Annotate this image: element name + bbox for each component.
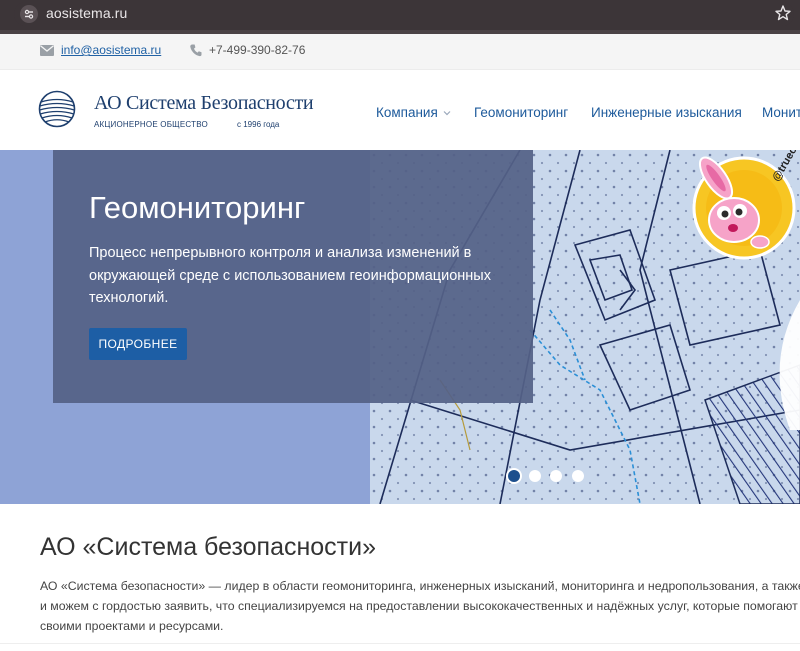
bookmark-star-icon[interactable] — [773, 3, 793, 23]
browser-toolbar: aosistema.ru — [0, 0, 800, 34]
section-divider — [0, 643, 800, 644]
slider-dot-3[interactable] — [550, 470, 562, 482]
email-link[interactable]: info@aosistema.ru — [61, 43, 161, 57]
contact-bar: info@aosistema.ru +7-499-390-82-76 — [0, 34, 800, 70]
nav-item-engineering-surveys[interactable]: Инженерные изыскания — [591, 105, 742, 120]
nav-item-geomonitoring[interactable]: Геомониторинг — [474, 105, 568, 120]
phone-number[interactable]: +7-499-390-82-76 — [209, 43, 305, 57]
hero-title: Геомониторинг — [89, 190, 306, 225]
logo-title[interactable]: АО Система Безопасности — [94, 92, 314, 115]
address-bar[interactable] — [14, 2, 794, 26]
mail-icon — [40, 45, 54, 56]
nav-item-company[interactable]: Компания — [376, 105, 438, 120]
about-title: АО «Система безопасности» — [40, 533, 376, 561]
watermark-sticker: @trueosint — [692, 150, 800, 260]
hero-description: Процесс непрерывного контроля и анализа … — [89, 245, 491, 306]
url-text[interactable]: aosistema.ru — [46, 5, 127, 21]
slider-dot-1[interactable] — [508, 470, 520, 482]
logo-subtitle: АКЦИОНЕРНОЕ ОБЩЕСТВО — [94, 120, 208, 129]
chevron-down-icon[interactable] — [443, 110, 451, 116]
site-header: АО Система Безопасности АКЦИОНЕРНОЕ ОБЩЕ… — [0, 70, 800, 150]
slider-dot-4[interactable] — [572, 470, 584, 482]
nav-item-monitoring[interactable]: Монит — [762, 105, 800, 120]
phone-icon — [190, 44, 202, 57]
more-button[interactable]: ПОДРОБНЕЕ — [89, 328, 187, 360]
hero-slider: Геомониторинг Процесс непрерывного контр… — [0, 150, 800, 504]
hero-caption-panel: Геомониторинг Процесс непрерывного контр… — [53, 150, 533, 403]
logo-globe-icon[interactable] — [38, 90, 76, 128]
logo-year: с 1996 года — [237, 120, 280, 129]
site-settings-icon[interactable] — [20, 5, 38, 23]
about-text: АО «Система безопасности» — лидер в обла… — [40, 579, 800, 633]
slider-dot-2[interactable] — [529, 470, 541, 482]
